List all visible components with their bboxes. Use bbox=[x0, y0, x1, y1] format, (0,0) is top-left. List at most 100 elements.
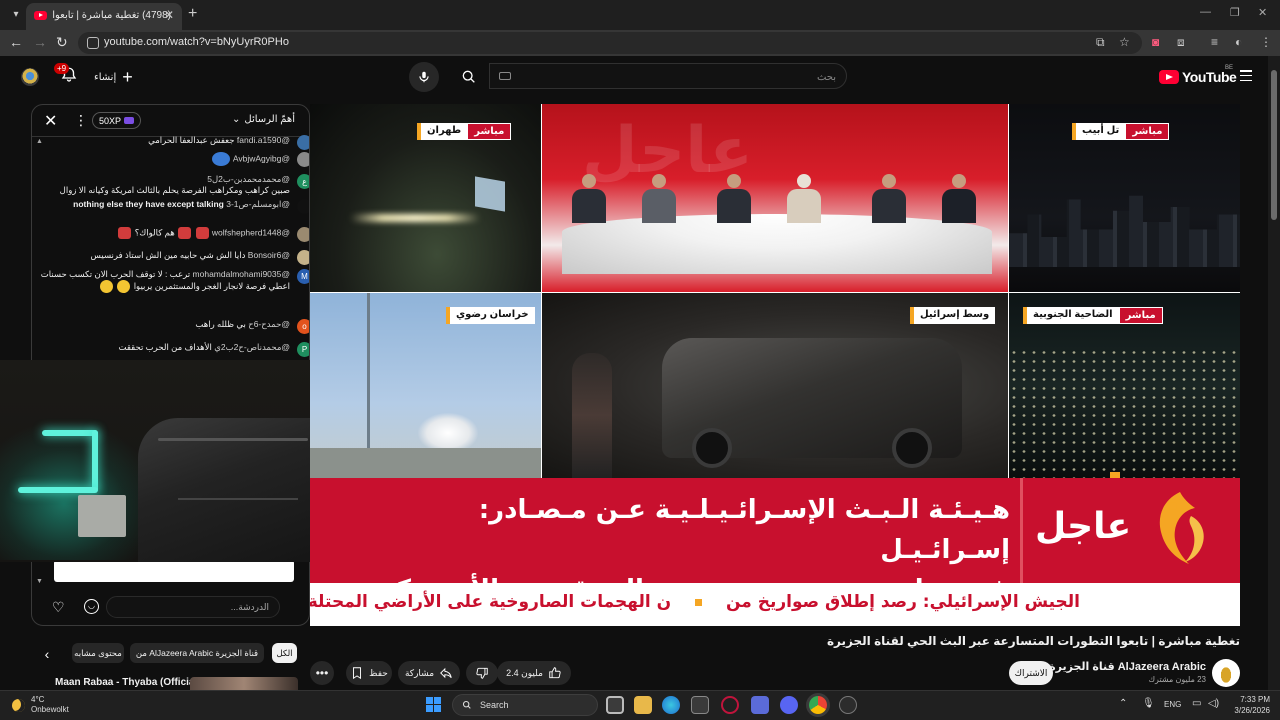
media-player-icon[interactable] bbox=[751, 696, 769, 714]
new-tab-button[interactable]: + bbox=[188, 5, 197, 23]
clock-date: 3/26/2026 bbox=[1234, 706, 1270, 715]
create-button[interactable]: + إنشاء bbox=[94, 67, 133, 87]
chat-text: هم كالواك؟ bbox=[134, 227, 175, 238]
ticker-item: الجيش الإسرائيلي: رصد إطلاق صواريخ من bbox=[725, 592, 1080, 612]
windows-taskbar: 4°C Onbewolkt Search ⌃ 🎙︎ ENG ▭ ◁) 7:33 … bbox=[0, 690, 1280, 720]
heart-icon[interactable]: ♡ bbox=[52, 599, 65, 616]
reload-button[interactable]: ↻ bbox=[56, 34, 68, 51]
chat-avatar: M bbox=[297, 269, 309, 284]
blue-emoji-icon bbox=[212, 152, 231, 166]
xp-badge[interactable]: 50XP bbox=[92, 112, 142, 129]
chrome-icon[interactable] bbox=[809, 696, 827, 714]
studio-desk bbox=[562, 214, 992, 274]
store-icon[interactable] bbox=[691, 696, 709, 714]
channel-avatar[interactable] bbox=[1212, 659, 1240, 687]
opera-icon[interactable] bbox=[721, 696, 739, 714]
site-info-icon[interactable] bbox=[87, 37, 99, 49]
search-button[interactable] bbox=[449, 63, 489, 91]
person bbox=[572, 353, 612, 478]
install-app-icon[interactable]: ⧉ bbox=[1096, 35, 1105, 50]
menu-hamburger-icon[interactable] bbox=[1240, 70, 1252, 81]
chat-text: nothing else they have except talking bbox=[73, 199, 224, 209]
recommended-video-thumbnail[interactable] bbox=[190, 677, 298, 690]
taskbar-search[interactable]: Search bbox=[452, 694, 598, 716]
scrollbar-thumb[interactable] bbox=[1271, 70, 1277, 220]
extension-icon[interactable]: ◙ bbox=[1152, 35, 1159, 49]
chat-text: صبين كراهب ومكراهب الفرصة يحلم بالثالث ا… bbox=[59, 185, 290, 195]
tray-overflow-icon[interactable]: ⌃ bbox=[1119, 698, 1127, 709]
language-indicator[interactable]: ENG bbox=[1164, 700, 1181, 709]
search-icon bbox=[462, 70, 475, 83]
grid-divider bbox=[310, 292, 1240, 293]
share-button[interactable]: مشاركة bbox=[398, 661, 460, 685]
chat-avatar: o bbox=[297, 319, 309, 334]
browser-tab-active[interactable]: (4798) تغطية مباشرة | تابعوا ✕ bbox=[26, 3, 182, 30]
search-input[interactable] bbox=[516, 68, 836, 86]
tab-close-icon[interactable]: ✕ bbox=[164, 8, 174, 22]
task-view-icon[interactable] bbox=[606, 696, 624, 714]
chat-mode-selector[interactable]: أهمّ الرسائل ⌄ bbox=[232, 114, 295, 125]
keyboard-icon[interactable] bbox=[499, 72, 511, 80]
browser-tab-bar: ▾ (4798) تغطية مباشرة | تابعوا ✕ + — ❐ ✕ bbox=[0, 0, 1280, 30]
app-icon[interactable] bbox=[839, 696, 857, 714]
notifications-button[interactable]: +9 bbox=[54, 63, 78, 88]
restore-button[interactable]: ❐ bbox=[1230, 6, 1240, 19]
chat-more-options-icon[interactable]: ⋮ bbox=[74, 112, 88, 129]
chip-all[interactable]: الكل bbox=[272, 643, 297, 663]
recommended-video-title[interactable]: Maan Rabaa - Thyaba (Official bbox=[55, 677, 197, 688]
save-button[interactable]: حفظ bbox=[346, 661, 392, 685]
file-explorer-icon[interactable] bbox=[634, 696, 652, 714]
ticker-separator bbox=[695, 598, 703, 606]
extensions-puzzle-icon[interactable]: ⧈ bbox=[1177, 35, 1185, 50]
voice-search-button[interactable] bbox=[409, 62, 439, 92]
chat-author: @ابومسلم-ص1-3 bbox=[226, 199, 290, 209]
like-button[interactable]: 2.4 مليون bbox=[497, 661, 571, 685]
url-text: youtube.com/watch?v=bNyUyrR0PHo bbox=[104, 36, 289, 48]
back-button[interactable]: ← bbox=[9, 34, 23, 50]
edge-icon[interactable] bbox=[662, 696, 680, 714]
network-icon[interactable]: ▭ bbox=[1192, 698, 1201, 709]
youtube-header: +9 + إنشاء YouTube BE bbox=[0, 56, 1268, 98]
chat-pinned-banner[interactable] bbox=[54, 560, 294, 582]
subscribe-button[interactable]: الاشتراك bbox=[1009, 661, 1053, 685]
bookmark-star-icon[interactable]: ☆ bbox=[1119, 35, 1130, 49]
microphone-tray-icon[interactable]: 🎙︎ bbox=[1142, 698, 1155, 709]
weather-widget[interactable]: 4°C Onbewolkt bbox=[12, 695, 69, 715]
chat-avatar bbox=[297, 227, 309, 242]
forward-button[interactable]: → bbox=[33, 34, 47, 50]
tab-search-button[interactable]: ▾ bbox=[6, 5, 26, 25]
page-scrollbar[interactable] bbox=[1268, 56, 1280, 690]
volume-icon[interactable]: ◁) bbox=[1208, 698, 1219, 709]
account-avatar[interactable] bbox=[21, 68, 39, 86]
chat-message: P @محمدناص-ح2ب2ي الأهداف من الحرب تحققت bbox=[38, 342, 309, 357]
close-chat-icon[interactable]: ✕ bbox=[44, 111, 57, 131]
video-player[interactable]: طهران مباشر عاجل تل أبيب مباشر خراسان رض… bbox=[310, 104, 1240, 626]
channel-name[interactable]: AlJazeera Arabic قناة الجزيرة bbox=[1035, 660, 1206, 673]
chat-message: @AvbjwAgyibg bbox=[38, 152, 309, 167]
chip-from-channel[interactable]: من AlJazeera Arabic قناة الجزيرة bbox=[130, 643, 264, 663]
plus-icon: + bbox=[122, 66, 133, 87]
profile-icon[interactable]: ◐ bbox=[1235, 35, 1242, 49]
discord-icon[interactable] bbox=[780, 696, 798, 714]
chat-input[interactable]: الدردشة... bbox=[106, 596, 280, 618]
address-bar[interactable]: youtube.com/watch?v=bNyUyrR0PHo ⧉ ☆ bbox=[78, 32, 1142, 54]
like-count: 2.4 مليون bbox=[506, 667, 543, 678]
chat-scroll-down-icon[interactable]: ▼ bbox=[36, 578, 43, 585]
chevron-left-icon[interactable]: ‹ bbox=[38, 645, 56, 663]
emoji-picker-icon[interactable]: ◡ bbox=[84, 599, 99, 614]
minimize-button[interactable]: — bbox=[1200, 6, 1211, 18]
reading-list-icon[interactable]: ≡ bbox=[1211, 35, 1218, 49]
system-clock[interactable]: 7:33 PM 3/26/2026 bbox=[1228, 694, 1270, 716]
browser-menu-icon[interactable]: ⋮ bbox=[1260, 35, 1272, 49]
window-close-button[interactable]: ✕ bbox=[1258, 6, 1267, 19]
start-button[interactable] bbox=[426, 697, 441, 712]
moon-icon bbox=[12, 698, 25, 712]
chip-similar[interactable]: محتوى مشابه bbox=[72, 643, 124, 663]
chat-text: الأهداف من الحرب تحققت bbox=[118, 342, 212, 352]
more-actions-button[interactable]: ••• bbox=[310, 661, 334, 685]
youtube-logo[interactable]: YouTube BE bbox=[1159, 65, 1237, 86]
dislike-button[interactable] bbox=[466, 661, 498, 685]
chat-author: @mohamdalmohami9035 bbox=[192, 269, 290, 279]
chat-avatar bbox=[297, 135, 309, 150]
devil-emoji-icon bbox=[178, 227, 192, 239]
